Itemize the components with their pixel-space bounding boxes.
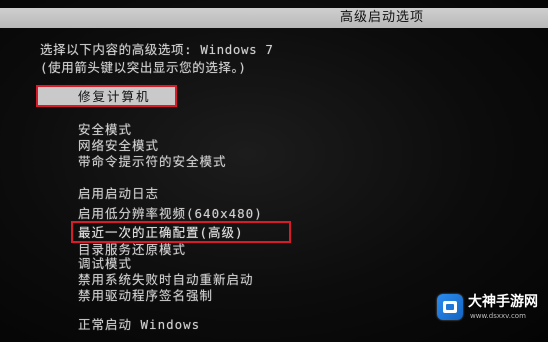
menu-item-start-normally[interactable]: 正常启动 Windows — [78, 317, 200, 333]
boot-options-screen: 高级启动选项 选择以下内容的高级选项: Windows 7 (使用箭头键以突出显… — [0, 0, 548, 342]
annotation-box-last-known-good — [71, 221, 291, 243]
watermark-site-name: 大神手游网 — [468, 294, 538, 310]
watermark-url: www.dsxxv.com — [470, 312, 526, 320]
menu-item-label: 修复计算机 — [78, 89, 151, 104]
menu-item-repair-computer[interactable]: 修复计算机 — [36, 85, 177, 107]
menu-item-safe-mode-command-prompt[interactable]: 带命令提示符的安全模式 — [78, 154, 227, 170]
screen-title: 高级启动选项 — [340, 10, 425, 25]
menu-item-boot-logging[interactable]: 启用启动日志 — [78, 186, 159, 202]
menu-item-safe-mode[interactable]: 安全模式 — [78, 122, 132, 138]
prompt-text: 选择以下内容的高级选项: Windows 7 — [40, 42, 274, 57]
site-watermark: 大神手游网 www.dsxxv.com — [437, 290, 545, 326]
menu-item-disable-driver-signature[interactable]: 禁用驱动程序签名强制 — [78, 288, 213, 304]
title-bar: 高级启动选项 — [0, 8, 548, 28]
gamepad-logo-icon — [437, 294, 463, 320]
prompt-hint: (使用箭头键以突出显示您的选择。) — [40, 60, 247, 75]
menu-item-low-resolution-video[interactable]: 启用低分辨率视频(640x480) — [78, 206, 263, 222]
menu-item-disable-auto-restart[interactable]: 禁用系统失败时自动重新启动 — [78, 272, 254, 288]
menu-item-safe-mode-networking[interactable]: 网络安全模式 — [78, 138, 159, 154]
menu-item-debugging-mode[interactable]: 调试模式 — [78, 256, 132, 272]
